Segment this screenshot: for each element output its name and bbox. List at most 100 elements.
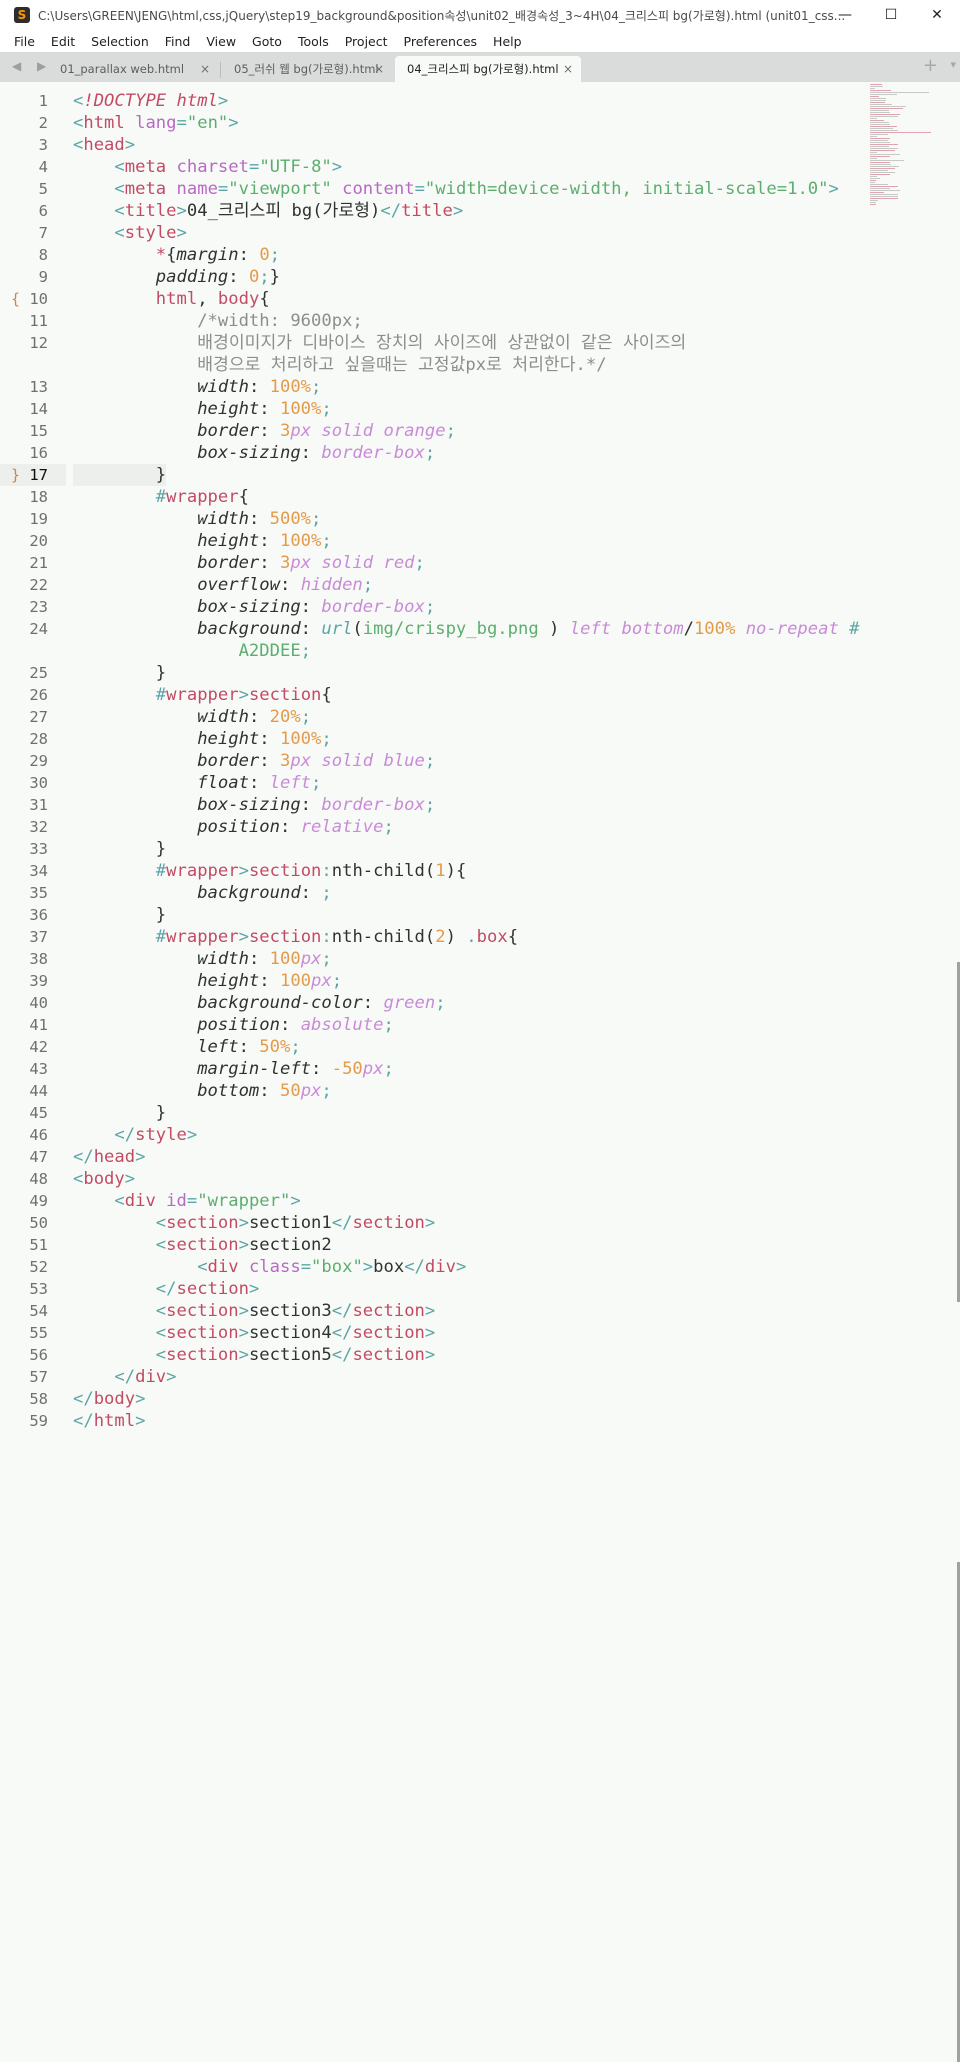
close-icon[interactable]: × [563, 62, 573, 76]
minimap-line [870, 132, 931, 133]
code-token: wrapper [166, 685, 239, 705]
minimap-line [870, 120, 884, 121]
code-token: </ [155, 1279, 177, 1299]
menu-view[interactable]: View [198, 34, 244, 49]
close-icon[interactable]: × [200, 62, 210, 76]
code-token: = [217, 179, 229, 199]
code-token: div [424, 1257, 456, 1277]
code-token: < [114, 223, 125, 243]
minimap-line [870, 94, 898, 95]
minimap-line [870, 142, 890, 143]
minimap[interactable] [870, 84, 942, 214]
code-token: > [362, 1257, 374, 1277]
minimap-line [870, 92, 930, 93]
code-editor[interactable]: 1 2 3 4 5 6 7 8 9 10{11 12 13 14 15 16 17} 18 19 20 21 22 23 2… [0, 82, 960, 1987]
menu-project[interactable]: Project [337, 34, 396, 49]
tab-nav-arrows-icon[interactable]: ◀ ▶ [12, 59, 52, 73]
menu-goto[interactable]: Goto [244, 34, 290, 49]
sublime-text-icon [14, 7, 30, 23]
code-line: /*width: 9600px; [73, 310, 363, 332]
code-token: > [238, 1323, 249, 1343]
code-token: section [352, 1345, 425, 1365]
line-number: 29 [29, 752, 48, 770]
line-number: 5 [38, 180, 48, 198]
code-token: 04_크리스피 bg(가로형) [186, 201, 381, 221]
code-token: border-box [321, 597, 425, 617]
code-token: height [197, 729, 260, 749]
plus-icon[interactable]: + [923, 55, 938, 76]
maximize-button[interactable]: ☐ [868, 0, 914, 30]
line-number: 53 [29, 1280, 48, 1298]
minimap-line [870, 88, 875, 89]
code-line: height: 100%; [73, 728, 332, 750]
line-number: 26 [29, 686, 48, 704]
tab-05-lush[interactable]: 05_러쉬 웹 bg(가로형).html × [222, 56, 392, 82]
code-token: ; [321, 729, 332, 749]
menu-help[interactable]: Help [485, 34, 530, 49]
code-token: meta [124, 157, 167, 177]
menu-tools[interactable]: Tools [290, 34, 337, 49]
line-number: 33 [29, 840, 48, 858]
code-token: : [300, 795, 322, 815]
code-line: <section>section4</section> [73, 1322, 435, 1344]
menu-preferences[interactable]: Preferences [396, 34, 486, 49]
code-token: 배경이미지가 디바이스 장치의 사이즈에 상관없이 같은 사이즈의 [197, 333, 687, 353]
menu-selection[interactable]: Selection [83, 34, 157, 49]
line-number: 2 [38, 114, 48, 132]
code-token: 0 [248, 267, 260, 287]
menu-edit[interactable]: Edit [43, 34, 83, 49]
chevron-down-icon[interactable]: ▾ [950, 58, 956, 71]
line-number: 43 [29, 1060, 48, 1078]
code-line: border: 3px solid blue; [73, 750, 435, 772]
minimap-line [870, 140, 889, 141]
close-icon[interactable]: × [374, 62, 384, 76]
code-token: title [401, 201, 453, 221]
code-token: ; [321, 399, 332, 419]
vertical-scrollbar[interactable] [954, 82, 960, 2062]
minimize-button[interactable]: — [822, 0, 868, 30]
code-token: > [238, 1235, 249, 1255]
code-line: #wrapper>section:nth-child(1){ [73, 860, 467, 882]
code-token: 20% [269, 707, 301, 727]
code-token: { [507, 927, 519, 947]
code-line: <section>section1</section> [73, 1212, 435, 1234]
line-number: 4 [38, 158, 48, 176]
code-token: "width=device-width, initial-scale=1.0" [424, 179, 829, 199]
code-token: : [238, 245, 260, 265]
minimap-line [870, 146, 890, 147]
line-number: 54 [29, 1302, 48, 1320]
code-token: px [311, 971, 332, 991]
tab-label: 04_크리스피 bg(가로형).html [407, 62, 559, 76]
code-token: border [197, 751, 260, 771]
code-line: <div id="wrapper"> [73, 1190, 301, 1212]
code-token: html [166, 91, 218, 111]
code-token: section [166, 1301, 239, 1321]
code-line: #wrapper>section:nth-child(2) .box{ [73, 926, 518, 948]
code-token: 100 [269, 949, 301, 969]
menu-find[interactable]: Find [157, 34, 199, 49]
close-window-button[interactable]: ✕ [914, 0, 960, 30]
code-token: img/crispy_bg.png [362, 619, 539, 639]
tab-01-parallax[interactable]: 01_parallax web.html × [48, 56, 218, 82]
code-token: margin [176, 245, 239, 265]
code-token: position [197, 1015, 280, 1035]
code-token: : [248, 377, 270, 397]
code-line: <section>section3</section> [73, 1300, 435, 1322]
menu-file[interactable]: File [6, 34, 43, 49]
code-token: : [259, 729, 280, 749]
code-line: <section>section5</section> [73, 1344, 435, 1366]
code-token: < [114, 179, 125, 199]
code-token: </ [331, 1213, 353, 1233]
minimap-line [870, 154, 901, 155]
code-token: > [290, 1191, 301, 1211]
tab-04-crispy[interactable]: 04_크리스피 bg(가로형).html × [395, 56, 581, 82]
